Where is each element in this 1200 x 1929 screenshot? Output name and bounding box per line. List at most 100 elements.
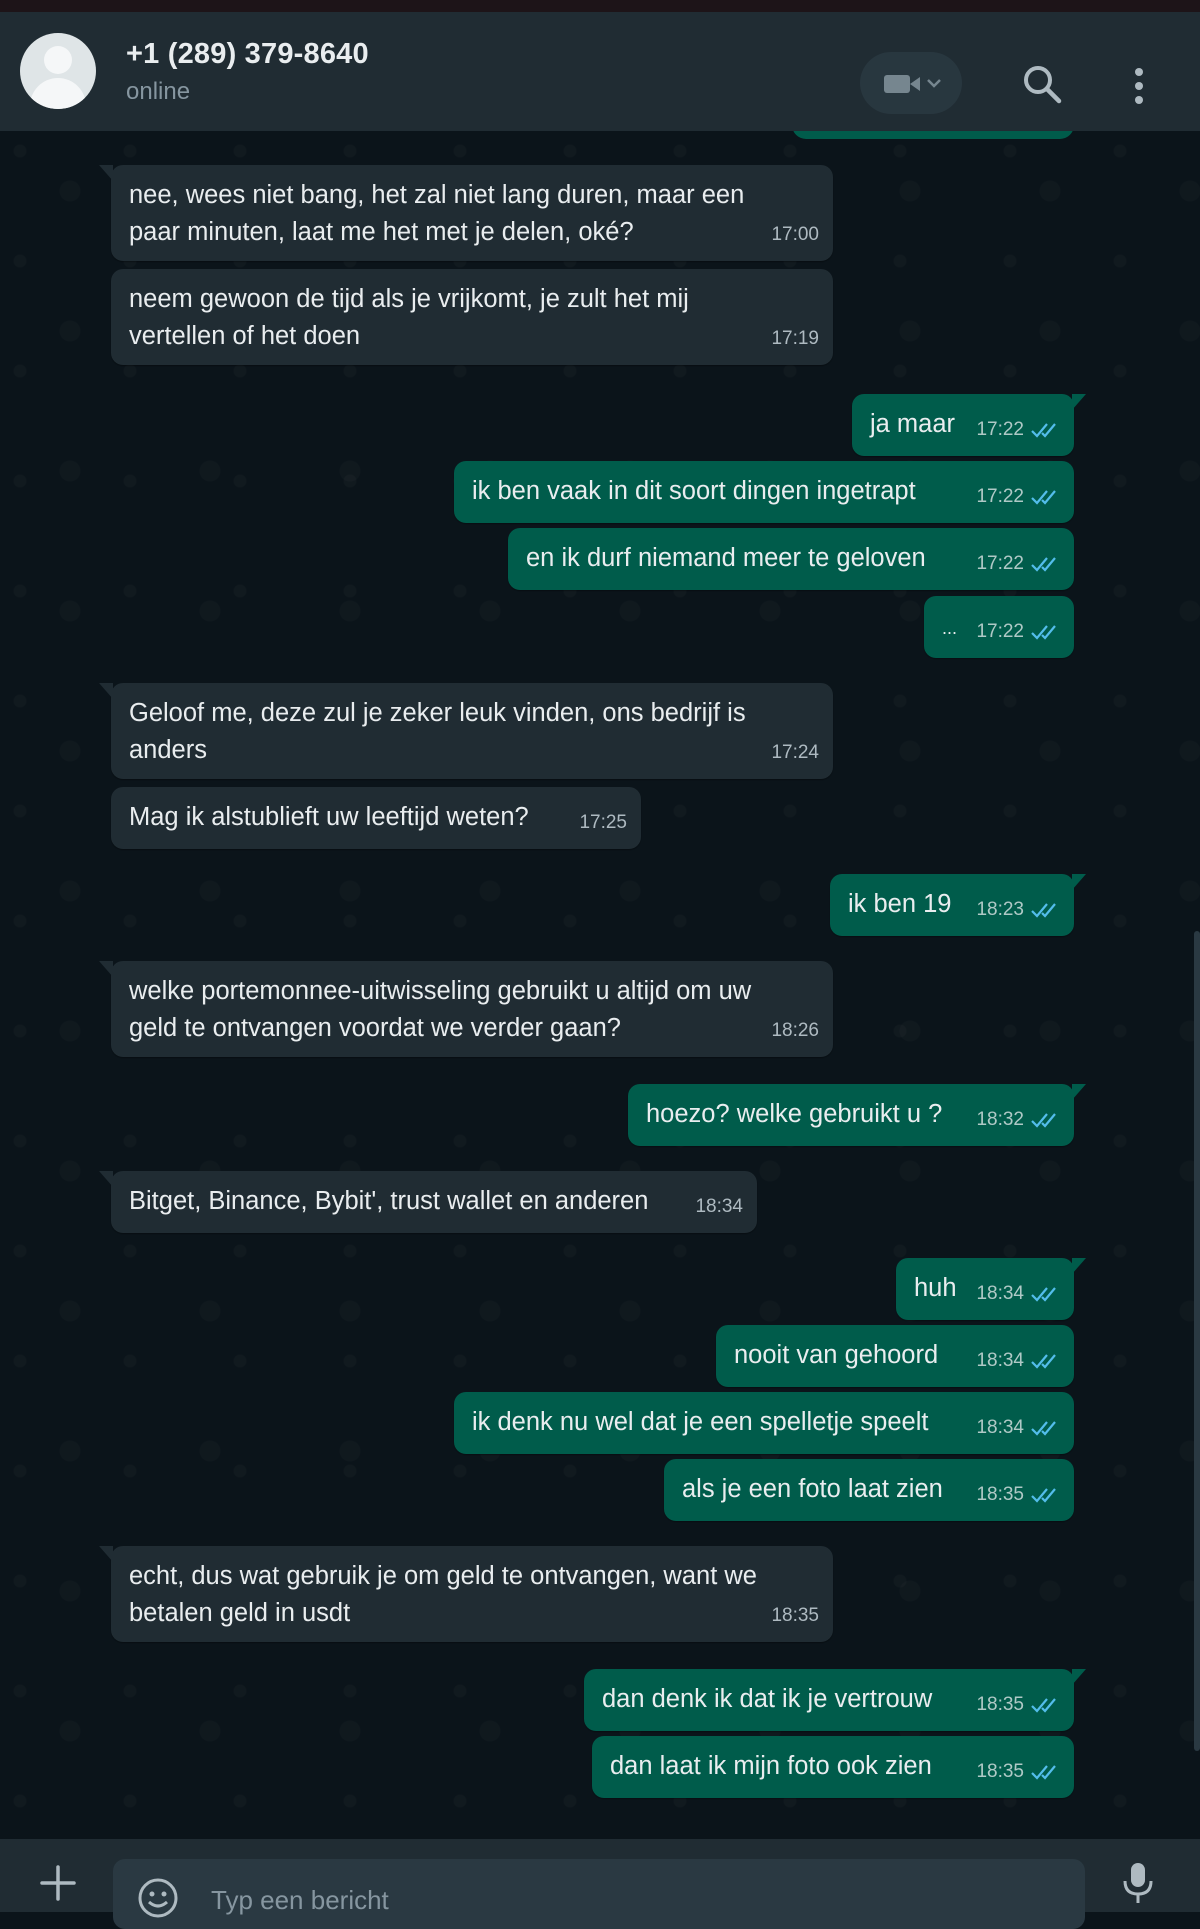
message-meta: 17:22 — [976, 478, 1060, 515]
double-check-icon — [1030, 1419, 1060, 1437]
message-meta: 18:35 — [976, 1686, 1060, 1723]
menu-button[interactable] — [1122, 64, 1156, 108]
message-input-box[interactable] — [113, 1859, 1085, 1929]
message-time: 18:34 — [976, 1417, 1024, 1438]
message-time: 18:34 — [976, 1350, 1024, 1371]
smiley-icon — [138, 1878, 178, 1918]
message-text: als je een foto laat zien — [682, 1475, 943, 1503]
message-time: 18:35 — [976, 1484, 1024, 1505]
message-incoming[interactable]: Geloof me, deze zul je zeker leuk vinden… — [99, 683, 833, 779]
message-text: ik ben 19 — [848, 890, 952, 918]
message-text: nooit van gehoord — [734, 1341, 939, 1369]
message-incoming[interactable]: welke portemonnee-uitwisseling gebruikt … — [99, 961, 833, 1057]
plus-icon — [40, 1865, 76, 1901]
bubble-tail — [1072, 394, 1086, 410]
message-meta: 17:22 — [976, 545, 1060, 582]
double-check-icon — [1030, 1696, 1060, 1714]
bubble-tail — [1072, 1258, 1086, 1274]
message-text: en ik durf niemand meer te geloven — [526, 544, 926, 572]
message-outgoing[interactable]: ik ben 19 18:23 — [830, 874, 1086, 936]
search-icon — [1024, 66, 1062, 104]
message-meta: 18:34 — [976, 1409, 1060, 1446]
bubble-tail — [99, 961, 113, 977]
bubble-tail — [99, 683, 113, 699]
message-incoming[interactable]: Mag ik alstublieft uw leeftijd weten? 17… — [111, 787, 641, 849]
message-time: 18:35 — [976, 1694, 1024, 1715]
bubble-tail — [99, 1546, 113, 1562]
message-incoming[interactable]: nee, wees niet bang, het zal niet lang d… — [99, 165, 833, 261]
message-outgoing[interactable]: huh 18:34 — [896, 1258, 1086, 1320]
double-check-icon — [1030, 623, 1060, 641]
message-time: 18:34 — [976, 1283, 1024, 1304]
message-text: dan denk ik dat ik je vertrouw — [602, 1685, 933, 1713]
message-text: dan laat ik mijn foto ook zien — [610, 1752, 932, 1780]
vertical-dots-icon — [1135, 68, 1143, 104]
message-time: 17:25 — [579, 812, 627, 833]
chat-header: +1 (289) 379-8640 online — [0, 12, 1200, 131]
message-text: welke portemonnee-uitwisseling gebruikt … — [129, 977, 752, 1042]
message-meta: 18:34 — [976, 1342, 1060, 1379]
message-time: 17:22 — [976, 419, 1024, 440]
video-call-button[interactable] — [860, 52, 962, 114]
message-meta: 17:24 — [771, 734, 819, 771]
message-incoming[interactable]: echt, dus wat gebruik je om geld te ontv… — [99, 1546, 833, 1642]
avatar-head-shape — [44, 46, 72, 74]
message-text: Geloof me, deze zul je zeker leuk vinden… — [129, 699, 746, 764]
message-meta: 18:26 — [771, 1012, 819, 1049]
contact-status: online — [126, 78, 191, 105]
double-check-icon — [1030, 555, 1060, 573]
bubble-tail — [1072, 874, 1086, 890]
partial-outgoing-bubble — [792, 131, 1074, 139]
double-check-icon — [1030, 901, 1060, 919]
message-time: 18:23 — [976, 899, 1024, 920]
message-meta: 18:32 — [976, 1101, 1060, 1138]
double-check-icon — [1030, 421, 1060, 439]
bubble-tail — [99, 1171, 113, 1187]
message-text: ... — [942, 618, 958, 638]
message-time: 17:22 — [976, 553, 1024, 574]
message-meta: 18:35 — [976, 1476, 1060, 1513]
microphone-button[interactable] — [1120, 1861, 1156, 1905]
message-input[interactable] — [209, 1879, 913, 1921]
contact-name[interactable]: +1 (289) 379-8640 — [126, 38, 369, 71]
message-outgoing[interactable]: nooit van gehoord 18:34 — [716, 1325, 1074, 1387]
message-meta: 17:00 — [771, 216, 819, 253]
message-outgoing[interactable]: als je een foto laat zien 18:35 — [664, 1459, 1074, 1521]
double-check-icon — [1030, 1111, 1060, 1129]
double-check-icon — [1030, 488, 1060, 506]
message-text: ik ben vaak in dit soort dingen ingetrap… — [472, 477, 916, 505]
message-composer — [0, 1839, 1200, 1929]
avatar[interactable] — [20, 33, 96, 109]
message-text: huh — [914, 1274, 957, 1302]
message-meta: 18:34 — [695, 1188, 743, 1225]
message-incoming[interactable]: neem gewoon de tijd als je vrijkomt, je … — [111, 269, 833, 365]
search-button[interactable] — [1020, 62, 1064, 106]
message-outgoing[interactable]: dan laat ik mijn foto ook zien 18:35 — [592, 1736, 1074, 1798]
message-text: ik denk nu wel dat je een spelletje spee… — [472, 1408, 929, 1436]
message-text: ja maar — [870, 410, 956, 438]
message-time: 17:22 — [976, 621, 1024, 642]
message-outgoing[interactable]: ja maar 17:22 — [852, 394, 1086, 456]
message-outgoing[interactable]: ik denk nu wel dat je een spelletje spee… — [454, 1392, 1074, 1454]
message-incoming[interactable]: Bitget, Binance, Bybit', trust wallet en… — [99, 1171, 757, 1233]
message-outgoing[interactable]: en ik durf niemand meer te geloven 17:22 — [508, 528, 1074, 590]
message-outgoing[interactable]: hoezo? welke gebruikt u ? 18:32 — [628, 1084, 1086, 1146]
message-outgoing[interactable]: ... 17:22 — [924, 596, 1074, 658]
message-text: hoezo? welke gebruikt u ? — [646, 1100, 943, 1128]
message-outgoing[interactable]: ik ben vaak in dit soort dingen ingetrap… — [454, 461, 1074, 523]
message-time: 17:22 — [976, 486, 1024, 507]
scrollbar[interactable] — [1194, 931, 1200, 1751]
message-meta: 18:35 — [771, 1597, 819, 1634]
message-time: 18:26 — [771, 1020, 819, 1041]
message-list[interactable]: nee, wees niet bang, het zal niet lang d… — [0, 131, 1200, 1839]
message-time: 17:24 — [771, 742, 819, 763]
message-time: 18:35 — [771, 1605, 819, 1626]
message-meta: 18:35 — [976, 1753, 1060, 1790]
message-outgoing[interactable]: dan denk ik dat ik je vertrouw 18:35 — [584, 1669, 1086, 1731]
message-text: neem gewoon de tijd als je vrijkomt, je … — [129, 285, 689, 350]
attach-button[interactable] — [38, 1863, 78, 1903]
double-check-icon — [1030, 1352, 1060, 1370]
message-time: 18:32 — [976, 1109, 1024, 1130]
emoji-button[interactable] — [137, 1877, 179, 1919]
message-meta: 17:22 — [976, 613, 1060, 650]
